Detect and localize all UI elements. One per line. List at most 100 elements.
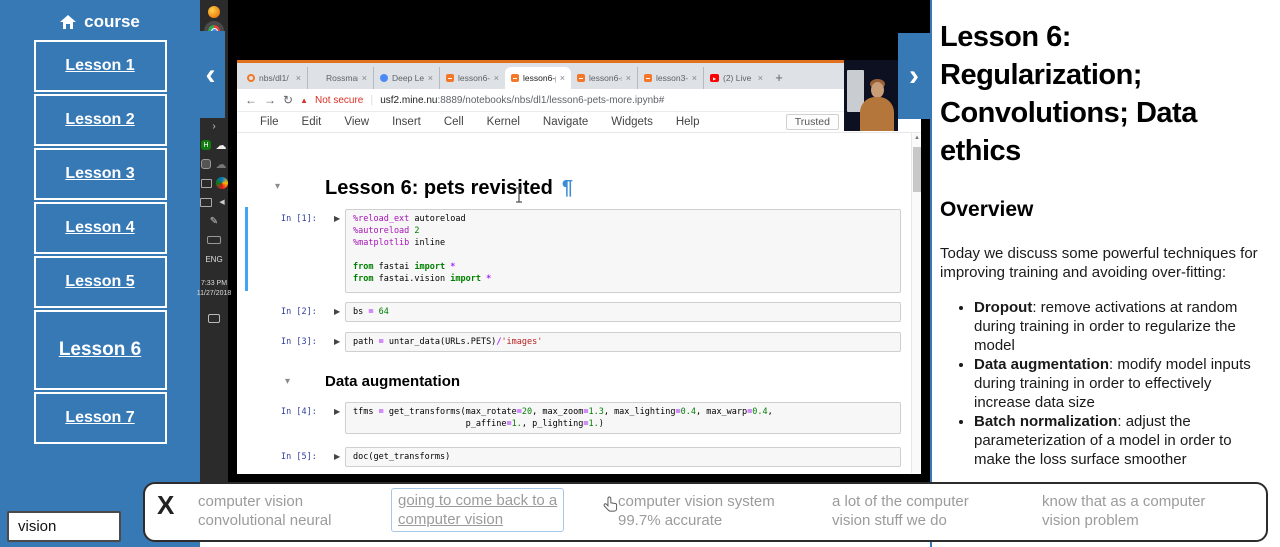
tab-title: Deep Lear	[392, 73, 424, 83]
snippet-line: going to come back to a	[398, 491, 557, 510]
sidebar-item-lesson-2[interactable]: Lesson 2	[34, 94, 167, 146]
transcript-snippet-1[interactable]: going to come back to acomputer vision	[391, 488, 564, 532]
onedrive-cloud-icon[interactable]	[215, 139, 227, 151]
overview-bullet: Dropout: remove activations at random du…	[974, 298, 1270, 355]
window-icon[interactable]	[201, 179, 212, 188]
browser-tab-2[interactable]: Deep Lear ×	[373, 67, 439, 89]
presenter-webcam-overlay	[844, 60, 898, 131]
code-token: from	[353, 274, 373, 284]
code-cell[interactable]: %reload_ext autoreload%autoreload 2%matp…	[345, 209, 901, 293]
prev-lesson-button[interactable]: ‹	[196, 31, 225, 118]
scrollbar-thumb	[913, 147, 921, 192]
code-cell[interactable]: bs = 64	[345, 302, 901, 322]
sidebar-item-lesson-4[interactable]: Lesson 4	[34, 202, 167, 254]
tab-close-icon[interactable]: ×	[560, 73, 565, 83]
code-cell[interactable]: tfms = get_transforms(max_rotate=20, max…	[345, 402, 901, 434]
code-cell[interactable]: doc(get_transforms)	[345, 447, 901, 467]
sidebar-item-lesson-7[interactable]: Lesson 7	[34, 392, 167, 444]
close-transcript-button[interactable]: X	[157, 490, 174, 521]
menu-insert[interactable]: Insert	[392, 116, 421, 128]
cloud-dark-icon[interactable]	[215, 158, 227, 170]
new-tab-button[interactable]: +	[769, 67, 789, 87]
cell-prompt: In [5]:	[281, 452, 317, 462]
sidebar-item-lesson-5[interactable]: Lesson 5	[34, 256, 167, 308]
menu-edit[interactable]: Edit	[302, 116, 322, 128]
firefox-icon[interactable]	[208, 6, 220, 18]
sidebar-item-lesson-6[interactable]: Lesson 6	[34, 310, 167, 390]
snippet-line: a lot of the computer	[832, 492, 969, 511]
code-token: , max_warp	[696, 407, 747, 417]
tab-close-icon[interactable]: ×	[692, 73, 697, 83]
code-cell[interactable]: path = untar_data(URLs.PETS)/'images'	[345, 332, 901, 352]
run-cell-icon[interactable]: ▶	[334, 407, 340, 416]
tab-close-icon[interactable]: ×	[428, 73, 433, 83]
tab-title: lesson6-pe	[523, 73, 556, 83]
monitor-icon[interactable]	[200, 198, 212, 207]
code-token: doc(get_transforms)	[353, 452, 450, 462]
menu-navigate[interactable]: Navigate	[543, 116, 588, 128]
menu-view[interactable]: View	[344, 116, 369, 128]
run-cell-icon[interactable]: ▶	[334, 214, 340, 223]
transcript-snippet-4[interactable]: know that as a computervision problem	[1042, 492, 1205, 530]
run-cell-icon[interactable]: ▶	[334, 307, 340, 316]
tab-close-icon[interactable]: ×	[296, 73, 301, 83]
taskbar-row	[208, 215, 220, 227]
browser-tab-5[interactable]: lesson6-su×	[571, 67, 637, 89]
transcript-snippet-0[interactable]: computer visionconvolutional neural	[198, 492, 331, 530]
lesson-video-player[interactable]: ENG7:33 PM11/27/2018 nbs/dl1/×Rossmann×D…	[200, 0, 930, 484]
code-token: 1.	[588, 419, 598, 429]
lesson-list: Lesson 1Lesson 2Lesson 3Lesson 4Lesson 5…	[0, 40, 200, 444]
browser-tab-6[interactable]: lesson3-ca×	[637, 67, 703, 89]
code-line: bs = 64	[353, 306, 893, 318]
notebook-subheading: Data augmentation	[325, 373, 460, 390]
keyboard-icon[interactable]	[207, 236, 221, 244]
tab-close-icon[interactable]: ×	[758, 73, 763, 83]
pilcrow-anchor-icon[interactable]: ¶	[562, 177, 573, 200]
transcript-search-input[interactable]	[7, 511, 121, 542]
notification-icon[interactable]	[208, 314, 220, 323]
language-indicator[interactable]: ENG	[197, 255, 232, 265]
run-cell-icon[interactable]: ▶	[334, 337, 340, 346]
browser-tab-3[interactable]: lesson6-ro×	[439, 67, 505, 89]
tab-close-icon[interactable]: ×	[494, 73, 499, 83]
code-token: 20	[522, 407, 532, 417]
tab-close-icon[interactable]: ×	[626, 73, 631, 83]
transcript-snippet-3[interactable]: a lot of the computervision stuff we do	[832, 492, 969, 530]
menu-widgets[interactable]: Widgets	[611, 116, 653, 128]
chevron-up-icon[interactable]	[208, 120, 220, 132]
notebook-heading: Lesson 6: pets revisited¶	[325, 173, 524, 203]
browser-tab-4[interactable]: lesson6-pe ×	[505, 67, 571, 89]
menu-file[interactable]: File	[260, 116, 279, 128]
reload-icon: ↻	[283, 93, 293, 107]
menu-kernel[interactable]: Kernel	[487, 116, 520, 128]
browser-tab-0[interactable]: nbs/dl1/×	[241, 67, 307, 89]
code-line: doc(get_transforms)	[353, 451, 893, 463]
volume-icon[interactable]	[216, 196, 228, 208]
code-token: 1.	[512, 419, 522, 429]
code-token: inline	[409, 238, 445, 248]
course-home-link[interactable]: course	[0, 0, 200, 32]
snippet-line: computer vision	[198, 492, 331, 511]
tab-close-icon[interactable]: ×	[362, 73, 367, 83]
sidebar-item-lesson-3[interactable]: Lesson 3	[34, 148, 167, 200]
menu-cell[interactable]: Cell	[444, 116, 464, 128]
vm-icon[interactable]	[201, 140, 211, 150]
browser-tab-7[interactable]: (2) Live Ev×	[703, 67, 769, 89]
pen-icon[interactable]	[208, 215, 220, 227]
transcript-snippet-2[interactable]: computer vision system99.7% accurate	[618, 492, 775, 530]
taskbar-tray: ENG7:33 PM11/27/2018	[197, 255, 232, 299]
collapse-icon[interactable]: ▾	[275, 181, 280, 192]
photos-icon[interactable]	[201, 159, 211, 169]
overview-intro: Today we discuss some powerful technique…	[940, 244, 1270, 282]
run-cell-icon[interactable]: ▶	[334, 452, 340, 461]
collapse-icon[interactable]: ▾	[285, 376, 290, 387]
selected-cell-indicator	[245, 207, 248, 291]
store-icon[interactable]	[216, 177, 228, 189]
browser-tab-1[interactable]: Rossmann×	[307, 67, 373, 89]
next-lesson-button[interactable]: ›	[898, 33, 930, 119]
warning-icon: ▲	[300, 96, 308, 105]
menu-help[interactable]: Help	[676, 116, 700, 128]
sidebar-item-lesson-1[interactable]: Lesson 1	[34, 40, 167, 92]
course-title-label: course	[84, 12, 140, 32]
code-token: tfms	[353, 407, 379, 417]
